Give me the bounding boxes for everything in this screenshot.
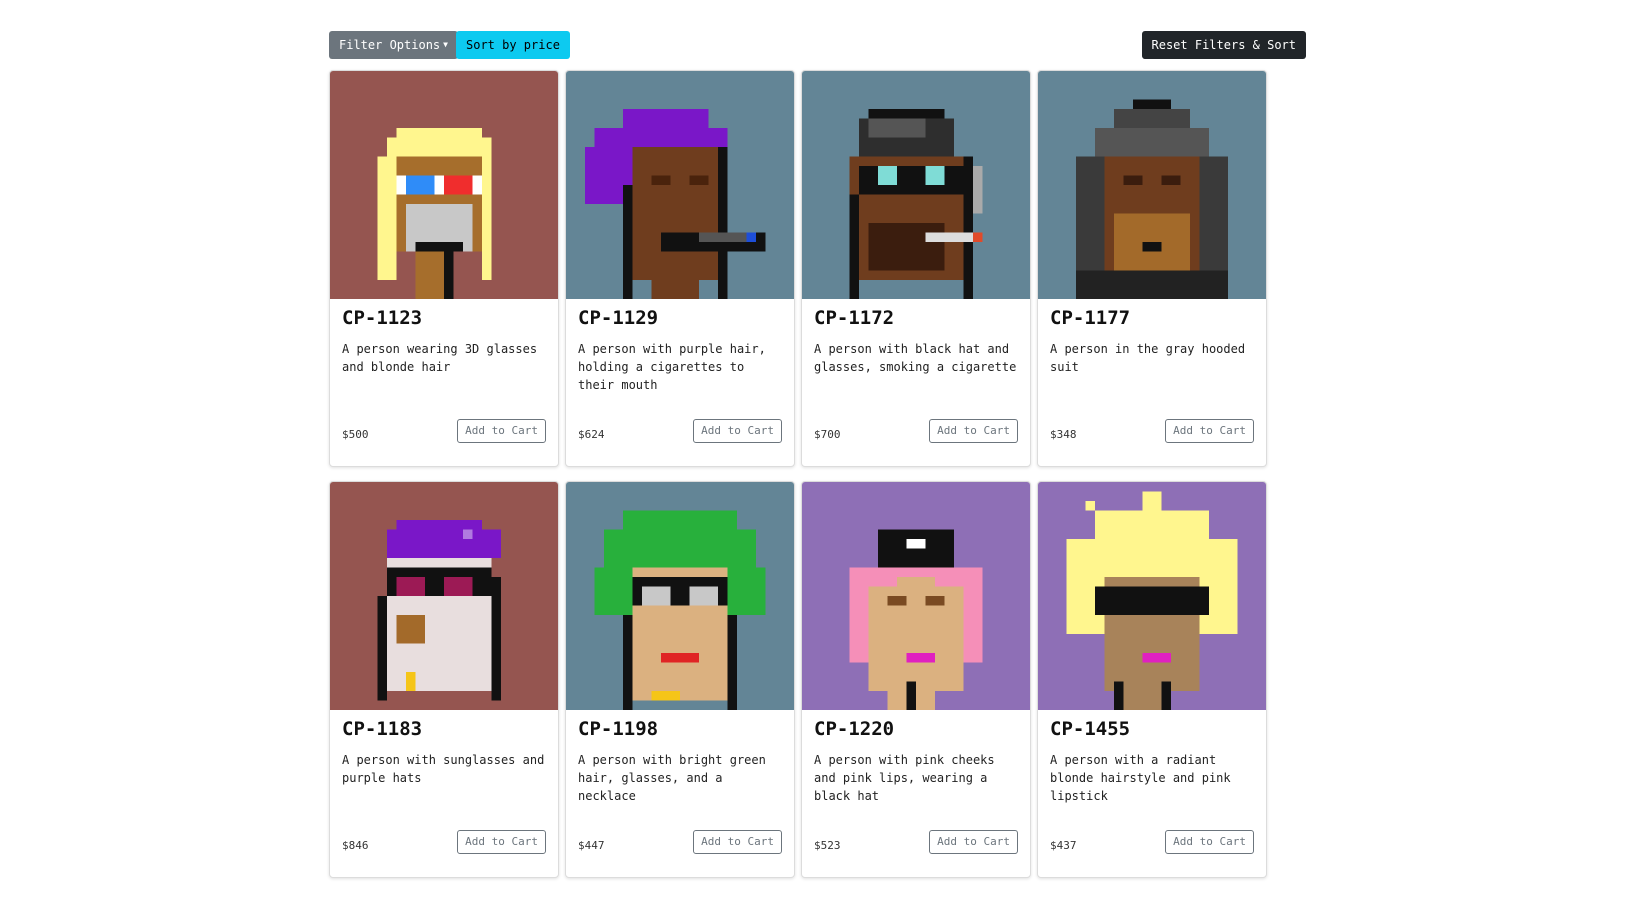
add-to-cart-button[interactable]: Add to Cart	[1165, 830, 1254, 854]
add-to-cart-button[interactable]: Add to Cart	[929, 419, 1018, 443]
product-description: A person with purple hair, holding a cig…	[578, 342, 766, 392]
product-title: CP-1198	[578, 718, 659, 740]
punk-avatar-3d-glasses	[330, 71, 558, 299]
caret-down-icon: ▼	[443, 40, 448, 49]
filter-options-label: Filter Options	[339, 38, 441, 52]
add-to-cart-button[interactable]: Add to Cart	[693, 830, 782, 854]
product-card: CP-1198 A person with bright green hair,…	[565, 481, 795, 878]
product-title: CP-1455	[1050, 718, 1131, 740]
product-description: A person in the gray hooded suit	[1050, 342, 1246, 374]
product-card: CP-1177 A person in the gray hooded suit…	[1037, 70, 1267, 467]
add-to-cart-button[interactable]: Add to Cart	[1165, 419, 1254, 443]
product-image[interactable]	[802, 71, 1030, 299]
product-title: CP-1177	[1050, 307, 1131, 329]
product-card: CP-1123 A person wearing 3D glasses and …	[329, 70, 559, 467]
product-image[interactable]	[566, 71, 794, 299]
punk-avatar-black-hat	[802, 71, 1030, 299]
punk-avatar-pink-hair	[802, 482, 1030, 710]
product-price: $500	[342, 428, 369, 441]
product-title: CP-1172	[814, 307, 895, 329]
filter-options-button[interactable]: Filter Options ▼	[329, 31, 458, 59]
add-to-cart-button[interactable]: Add to Cart	[693, 419, 782, 443]
sort-by-price-button[interactable]: Sort by price	[456, 31, 570, 59]
reset-filters-button[interactable]: Reset Filters & Sort	[1141, 31, 1306, 59]
product-image[interactable]	[1038, 71, 1266, 299]
toolbar: Filter Options ▼ Sort by price Reset Filt…	[329, 31, 1306, 59]
product-price: $348	[1050, 428, 1077, 441]
product-price: $624	[578, 428, 605, 441]
product-description: A person with black hat and glasses, smo…	[814, 342, 1017, 374]
product-image[interactable]	[330, 482, 558, 710]
product-title: CP-1183	[342, 718, 423, 740]
product-description: A person with pink cheeks and pink lips,…	[814, 753, 995, 803]
product-price: $437	[1050, 839, 1077, 852]
product-card: CP-1220 A person with pink cheeks and pi…	[801, 481, 1031, 878]
product-title: CP-1220	[814, 718, 895, 740]
add-to-cart-button[interactable]: Add to Cart	[929, 830, 1018, 854]
product-image[interactable]	[566, 482, 794, 710]
add-to-cart-button[interactable]: Add to Cart	[457, 419, 546, 443]
add-to-cart-button[interactable]: Add to Cart	[457, 830, 546, 854]
product-description: A person with a radiant blonde hairstyle…	[1050, 753, 1231, 803]
product-description: A person with sunglasses and purple hats	[342, 753, 545, 785]
product-price: $523	[814, 839, 841, 852]
punk-avatar-purple-hair	[566, 71, 794, 299]
punk-avatar-purple-cap	[330, 482, 558, 710]
product-image[interactable]	[802, 482, 1030, 710]
product-description: A person with bright green hair, glasses…	[578, 753, 766, 803]
product-card: CP-1455 A person with a radiant blonde h…	[1037, 481, 1267, 878]
product-card: CP-1172 A person with black hat and glas…	[801, 70, 1031, 467]
product-description: A person wearing 3D glasses and blonde h…	[342, 342, 538, 374]
product-price: $846	[342, 839, 369, 852]
product-price: $447	[578, 839, 605, 852]
punk-avatar-blonde-hair	[1038, 482, 1266, 710]
product-image[interactable]	[330, 71, 558, 299]
product-title: CP-1123	[342, 307, 423, 329]
product-title: CP-1129	[578, 307, 659, 329]
punk-avatar-gray-hood	[1038, 71, 1266, 299]
product-card: CP-1129 A person with purple hair, holdi…	[565, 70, 795, 467]
product-card: CP-1183 A person with sunglasses and pur…	[329, 481, 559, 878]
product-price: $700	[814, 428, 841, 441]
punk-avatar-green-hair	[566, 482, 794, 710]
product-image[interactable]	[1038, 482, 1266, 710]
